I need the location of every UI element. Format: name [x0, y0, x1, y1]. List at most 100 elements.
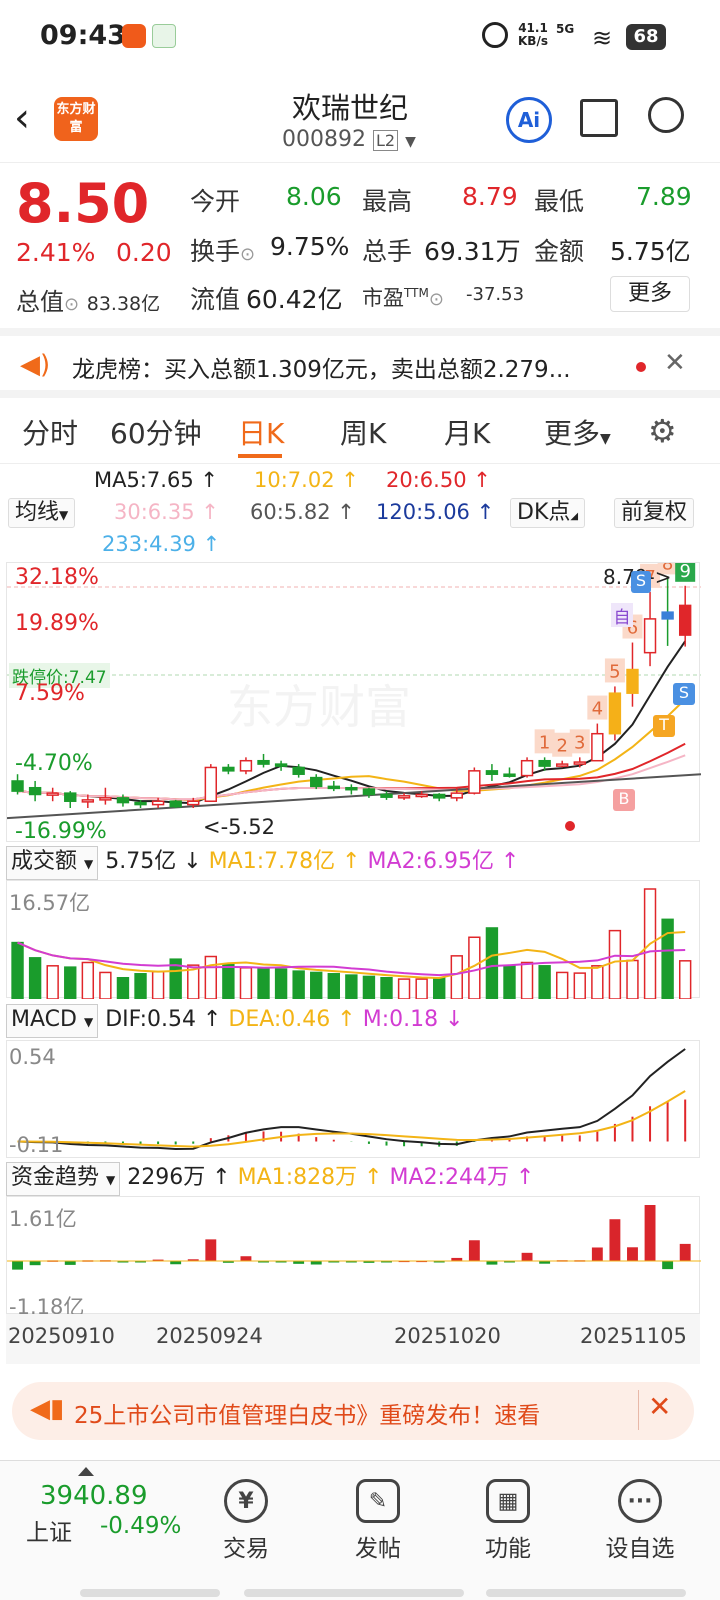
- fund-selector[interactable]: 资金趋势 ▼: [6, 1162, 121, 1196]
- alarm-icon: [482, 22, 508, 48]
- tab-60min[interactable]: 60分钟: [110, 412, 202, 452]
- tab-more[interactable]: 更多▼: [544, 412, 611, 452]
- fund-header: 资金趋势 ▼ 2296万 ↑ MA1:828万 ↑ MA2:244万 ↑: [6, 1162, 534, 1196]
- volume-header: 成交额 ▼ 5.75亿 ↓ MA1:7.78亿 ↑ MA2:6.95亿 ↑: [6, 846, 519, 880]
- gear-icon[interactable]: ⚙: [648, 412, 677, 450]
- last-price: 8.50: [16, 172, 150, 235]
- volume-selector[interactable]: 成交额 ▼: [6, 846, 99, 880]
- nav-functions[interactable]: ▦ 功能: [458, 1479, 558, 1563]
- index-value[interactable]: 3940.89: [40, 1481, 148, 1511]
- fund-bar: [662, 1261, 674, 1270]
- volume-bar: [257, 968, 270, 999]
- dk-point-button[interactable]: DK点◢: [510, 498, 586, 528]
- candle-body: [327, 785, 340, 790]
- battery-icon: 68: [626, 24, 666, 50]
- ma60-label: 60:5.82 ↑: [250, 500, 355, 524]
- macd-header: MACD ▼ DIF:0.54 ↑ DEA:0.46 ↑ M:0.18 ↓: [6, 1004, 464, 1038]
- volume-bar: [415, 978, 428, 999]
- back-icon[interactable]: ‹: [14, 95, 30, 141]
- sell-signal-top[interactable]: S: [631, 571, 651, 593]
- volume-top-label: 16.57亿: [9, 891, 91, 915]
- float-value: 60.42亿: [246, 285, 343, 314]
- home-notification-icon: [152, 24, 176, 48]
- fund-value: 2296万 ↑: [127, 1165, 231, 1190]
- volume-bar: [292, 970, 305, 999]
- ai-button[interactable]: Ai: [506, 97, 552, 143]
- app-notification-icon: [122, 24, 146, 48]
- volume-value: 5.75亿 ↓: [105, 849, 202, 874]
- macd-top-label: 0.54: [9, 1045, 56, 1069]
- ad-banner[interactable]: ◀▮ 25上市公司市值管理白皮书》重磅发布！速看 ✕: [12, 1382, 694, 1440]
- indicator-selector[interactable]: 均线▼: [8, 498, 76, 528]
- macd-dea-line: [17, 1090, 686, 1148]
- open-label: 今开: [190, 187, 241, 216]
- candle-body: [345, 786, 358, 791]
- scroll-hint: [486, 1589, 686, 1597]
- net-speed: 41.1 KB/s: [518, 21, 548, 48]
- more-button[interactable]: 更多: [610, 276, 690, 312]
- adjust-price-button[interactable]: 前复权: [614, 498, 695, 528]
- tab-monthly[interactable]: 月K: [444, 412, 490, 452]
- nav-post[interactable]: ✎ 发帖: [328, 1479, 428, 1563]
- macd-chart[interactable]: 0.54 -0.11: [6, 1040, 700, 1158]
- fund-chart[interactable]: 1.61亿 -1.18亿: [6, 1196, 701, 1319]
- tab-intraday[interactable]: 分时: [22, 412, 78, 452]
- macd-selector[interactable]: MACD ▼: [6, 1004, 99, 1038]
- fund-svg: [7, 1205, 701, 1270]
- ad-divider: [638, 1390, 639, 1430]
- event-dot: [565, 821, 575, 831]
- date-label: 20251020: [394, 1324, 501, 1348]
- close-notice-icon[interactable]: ✕: [664, 348, 686, 378]
- sequence-label: 2: [556, 736, 567, 757]
- fund-bar: [609, 1219, 621, 1261]
- nav-add-watchlist[interactable]: ··· 设自选: [590, 1479, 690, 1563]
- candle-body: [362, 788, 376, 796]
- volume-bar: [46, 965, 59, 999]
- kline-chart[interactable]: 东方财富 123456789 32.18% 19.89% 跌停价:7.47 7.…: [6, 562, 701, 844]
- ma233-label: 233:4.39 ↑: [102, 532, 221, 556]
- volume-bar: [397, 978, 411, 999]
- tab-daily[interactable]: 日K: [238, 412, 284, 452]
- high-value: 8.79: [462, 182, 518, 211]
- volume-bar: [134, 973, 147, 999]
- volume-bar: [591, 965, 604, 999]
- candle-body: [222, 766, 235, 772]
- tab-weekly[interactable]: 周K: [340, 412, 386, 452]
- volume-svg: [11, 888, 692, 999]
- candle-body: [28, 786, 42, 796]
- sequence-label: 1: [539, 732, 550, 753]
- turnover-value: 9.75%: [270, 232, 350, 261]
- sell-signal-right[interactable]: S: [673, 683, 695, 705]
- close-ad-icon[interactable]: ✕: [648, 1390, 671, 1423]
- volume-ma1-line: [17, 931, 686, 980]
- volume-bar: [573, 972, 586, 999]
- nav-trade[interactable]: ¥ 交易: [196, 1479, 296, 1563]
- candle-body: [134, 801, 147, 806]
- expand-up-icon[interactable]: [78, 1467, 94, 1476]
- buy-signal[interactable]: B: [613, 789, 635, 811]
- search-icon[interactable]: [648, 97, 684, 133]
- t-signal[interactable]: T: [653, 715, 675, 737]
- volume-value: 69.31万: [424, 237, 521, 266]
- candle-body: [538, 759, 551, 767]
- change-amount: 0.20: [116, 238, 172, 267]
- candle-body: [556, 763, 569, 767]
- candle-body: [239, 759, 253, 772]
- share-icon[interactable]: [580, 99, 618, 137]
- self-select-marker: 自: [611, 603, 633, 628]
- volume-bar: [274, 968, 288, 999]
- volume-bar: [433, 977, 446, 999]
- notice-bar[interactable]: ◀) 龙虎榜：买入总额1.309亿元，卖出总额2.279... ✕: [0, 328, 720, 398]
- fund-bar: [679, 1243, 691, 1261]
- volume-bar: [81, 961, 95, 999]
- active-tab-indicator: [238, 454, 282, 458]
- candle-body: [678, 604, 692, 636]
- macd-m: M:0.18 ↓: [362, 1007, 464, 1032]
- pct-top: 32.18%: [15, 565, 99, 590]
- pe-label: 市盈TTM⊙: [362, 286, 444, 310]
- candle-body: [450, 792, 463, 799]
- volume-chart[interactable]: 16.57亿: [6, 880, 700, 999]
- candle-body: [591, 732, 604, 762]
- fund-bar: [240, 1256, 252, 1261]
- volume-bar: [520, 961, 534, 999]
